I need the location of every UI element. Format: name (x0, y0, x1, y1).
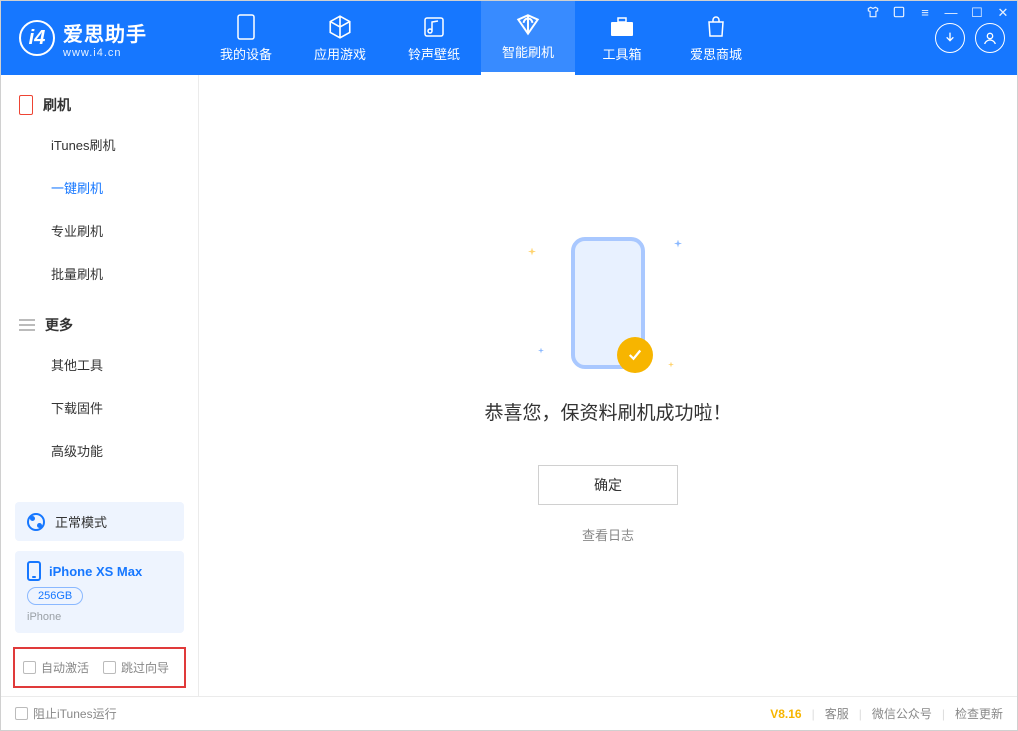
checkbox-icon (23, 661, 36, 674)
nav-tab-toolbox[interactable]: 工具箱 (575, 1, 669, 75)
nav-tab-ringtone[interactable]: 铃声壁纸 (387, 1, 481, 75)
mode-box[interactable]: 正常模式 (15, 502, 184, 541)
body: 刷机 iTunes刷机 一键刷机 专业刷机 批量刷机 更多 其他工具 下载固件 … (1, 75, 1017, 696)
cube-icon (327, 14, 353, 40)
nav-tabs: 我的设备 应用游戏 铃声壁纸 智能刷机 工具箱 爱思商城 (199, 1, 763, 75)
list-icon[interactable]: ≡ (917, 5, 933, 22)
nav-label: 爱思商城 (690, 44, 742, 63)
sidebar-item-itunes-flash[interactable]: iTunes刷机 (1, 123, 198, 166)
check-update-link[interactable]: 检查更新 (955, 705, 1003, 722)
device-box[interactable]: iPhone XS Max 256GB iPhone (15, 551, 184, 633)
section-title: 刷机 (43, 95, 71, 115)
sidebar-item-download-firmware[interactable]: 下载固件 (1, 386, 198, 429)
view-log-link[interactable]: 查看日志 (582, 525, 634, 544)
checkbox-auto-activate[interactable]: 自动激活 (23, 659, 89, 676)
sidebar-item-advanced[interactable]: 高级功能 (1, 429, 198, 472)
more-icon (19, 319, 35, 331)
nav-tab-shop[interactable]: 爱思商城 (669, 1, 763, 75)
checkbox-label: 阻止iTunes运行 (33, 705, 117, 722)
account-button[interactable] (975, 23, 1005, 53)
window-controls: ≡ — ☐ ✕ (865, 5, 1011, 22)
ok-button[interactable]: 确定 (538, 465, 678, 505)
sidebar-item-oneclick-flash[interactable]: 一键刷机 (1, 166, 198, 209)
sidebar-checks-highlighted: 自动激活 跳过向导 (13, 647, 186, 688)
checkmark-badge-icon (617, 337, 653, 373)
close-icon[interactable]: ✕ (995, 5, 1011, 22)
nav-tab-apps[interactable]: 应用游戏 (293, 1, 387, 75)
app-name: 爱思助手 (63, 18, 147, 47)
sidebar-section-more: 更多 (1, 295, 198, 343)
device-name: iPhone XS Max (49, 564, 142, 579)
music-icon (421, 14, 447, 40)
device-tab-icon (233, 14, 259, 40)
download-button[interactable] (935, 23, 965, 53)
menu-icon[interactable] (891, 5, 907, 22)
sidebar-section-flash: 刷机 (1, 75, 198, 123)
device-storage: 256GB (27, 587, 83, 605)
app-window: ≡ — ☐ ✕ i4 爱思助手 www.i4.cn 我的设备 应用游戏 铃声壁 (0, 0, 1018, 731)
sidebar-item-other-tools[interactable]: 其他工具 (1, 343, 198, 386)
success-message: 恭喜您，保资料刷机成功啦！ (484, 398, 731, 425)
sidebar-item-batch-flash[interactable]: 批量刷机 (1, 252, 198, 295)
checkbox-icon (103, 661, 116, 674)
nav-label: 我的设备 (220, 44, 272, 63)
sparkle-icon (674, 240, 682, 248)
refresh-icon (515, 12, 541, 38)
section-title: 更多 (45, 315, 73, 335)
nav-label: 智能刷机 (502, 42, 554, 61)
sparkle-icon (528, 248, 536, 256)
checkbox-label: 自动激活 (41, 659, 89, 676)
logo-block: i4 爱思助手 www.i4.cn (1, 1, 199, 75)
nav-label: 工具箱 (602, 44, 641, 63)
device-phone-icon (27, 561, 41, 581)
mode-label: 正常模式 (55, 512, 107, 531)
phone-flash-icon (19, 95, 33, 115)
success-illustration (518, 228, 698, 378)
mode-icon (27, 513, 45, 531)
wechat-link[interactable]: 微信公众号 (872, 705, 932, 722)
sparkle-icon (538, 348, 544, 354)
maximize-icon[interactable]: ☐ (969, 5, 985, 22)
checkbox-skip-guide[interactable]: 跳过向导 (103, 659, 169, 676)
checkbox-block-itunes[interactable]: 阻止iTunes运行 (15, 705, 117, 722)
minimize-icon[interactable]: — (943, 5, 959, 22)
phone-illustration (571, 237, 645, 369)
device-type: iPhone (27, 611, 172, 623)
sidebar-item-pro-flash[interactable]: 专业刷机 (1, 209, 198, 252)
sparkle-icon (668, 362, 674, 368)
support-link[interactable]: 客服 (825, 705, 849, 722)
statusbar: 阻止iTunes运行 V8.16 | 客服 | 微信公众号 | 检查更新 (1, 696, 1017, 730)
main-content: 恭喜您，保资料刷机成功啦！ 确定 查看日志 (199, 75, 1017, 696)
nav-label: 铃声壁纸 (408, 44, 460, 63)
toolbox-icon (609, 14, 635, 40)
sidebar: 刷机 iTunes刷机 一键刷机 专业刷机 批量刷机 更多 其他工具 下载固件 … (1, 75, 199, 696)
checkbox-label: 跳过向导 (121, 659, 169, 676)
nav-tab-device[interactable]: 我的设备 (199, 1, 293, 75)
shop-icon (703, 14, 729, 40)
logo-icon: i4 (19, 20, 55, 56)
app-url: www.i4.cn (63, 47, 147, 59)
tshirt-icon[interactable] (865, 5, 881, 22)
version-label: V8.16 (770, 707, 801, 721)
checkbox-icon (15, 707, 28, 720)
nav-tab-flash[interactable]: 智能刷机 (481, 1, 575, 75)
nav-label: 应用游戏 (314, 44, 366, 63)
